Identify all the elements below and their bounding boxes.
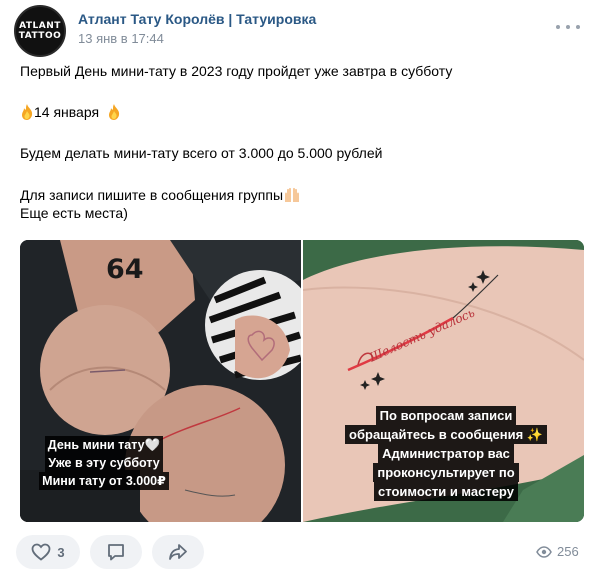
post-text-line-4-text: Для записи пишите в сообщения группы: [20, 187, 284, 203]
post-text-line-date: 14 января: [20, 103, 121, 121]
group-avatar[interactable]: ATLANT TATTOO: [14, 5, 66, 57]
heart-icon: [31, 543, 51, 561]
share-button[interactable]: [152, 535, 204, 569]
like-count: 3: [57, 544, 65, 560]
caption-line: стоимости и мастеру: [374, 482, 518, 501]
raising-hands-emoji-icon: [285, 187, 300, 202]
caption-line: По вопросам записи: [375, 406, 517, 425]
avatar-logo-line1: ATLANT: [19, 21, 61, 31]
left-photo-caption: День мини тату🤍 Уже в эту субботу Мини т…: [38, 436, 170, 490]
more-options-icon[interactable]: [556, 22, 580, 32]
caption-line: проконсультирует по: [373, 463, 519, 482]
post-text-line-5: Еще есть места): [20, 205, 128, 221]
like-button[interactable]: 3: [16, 535, 80, 569]
post-timestamp[interactable]: 13 янв в 17:44: [78, 31, 164, 46]
caption-line: Мини тату от 3.000₽: [39, 472, 169, 490]
comment-icon: [108, 544, 124, 561]
caption-line: Администратор вас: [378, 444, 514, 463]
fire-emoji-icon: [22, 104, 33, 120]
post-card: ATLANT TATTOO Атлант Тату Королёв | Тату…: [0, 0, 596, 576]
group-name-link[interactable]: Атлант Тату Королёв | Татуировка: [78, 11, 316, 27]
post-text-line-3: Будем делать мини-тату всего от 3.000 до…: [20, 145, 383, 161]
post-date-text: 14 января: [34, 104, 100, 120]
number-tattoo-text: 64: [106, 254, 144, 285]
comment-button[interactable]: [90, 535, 142, 569]
caption-line: Уже в эту субботу: [45, 454, 163, 472]
eye-icon: [536, 545, 552, 558]
right-photo-caption: По вопросам записи обращайтесь в сообщен…: [320, 406, 572, 501]
avatar-logo-line2: TATTOO: [18, 31, 62, 41]
share-icon: [169, 544, 187, 560]
post-text-line-4: Для записи пишите в сообщения группы: [20, 186, 301, 204]
caption-line: День мини тату🤍: [44, 436, 164, 454]
views-count: 256: [557, 544, 579, 559]
views-counter: 256: [536, 544, 579, 559]
post-text-line-1: Первый День мини-тату в 2023 году пройде…: [20, 63, 453, 79]
caption-line: обращайтесь в сообщения ✨: [345, 425, 547, 444]
fire-emoji-icon: [108, 104, 120, 120]
